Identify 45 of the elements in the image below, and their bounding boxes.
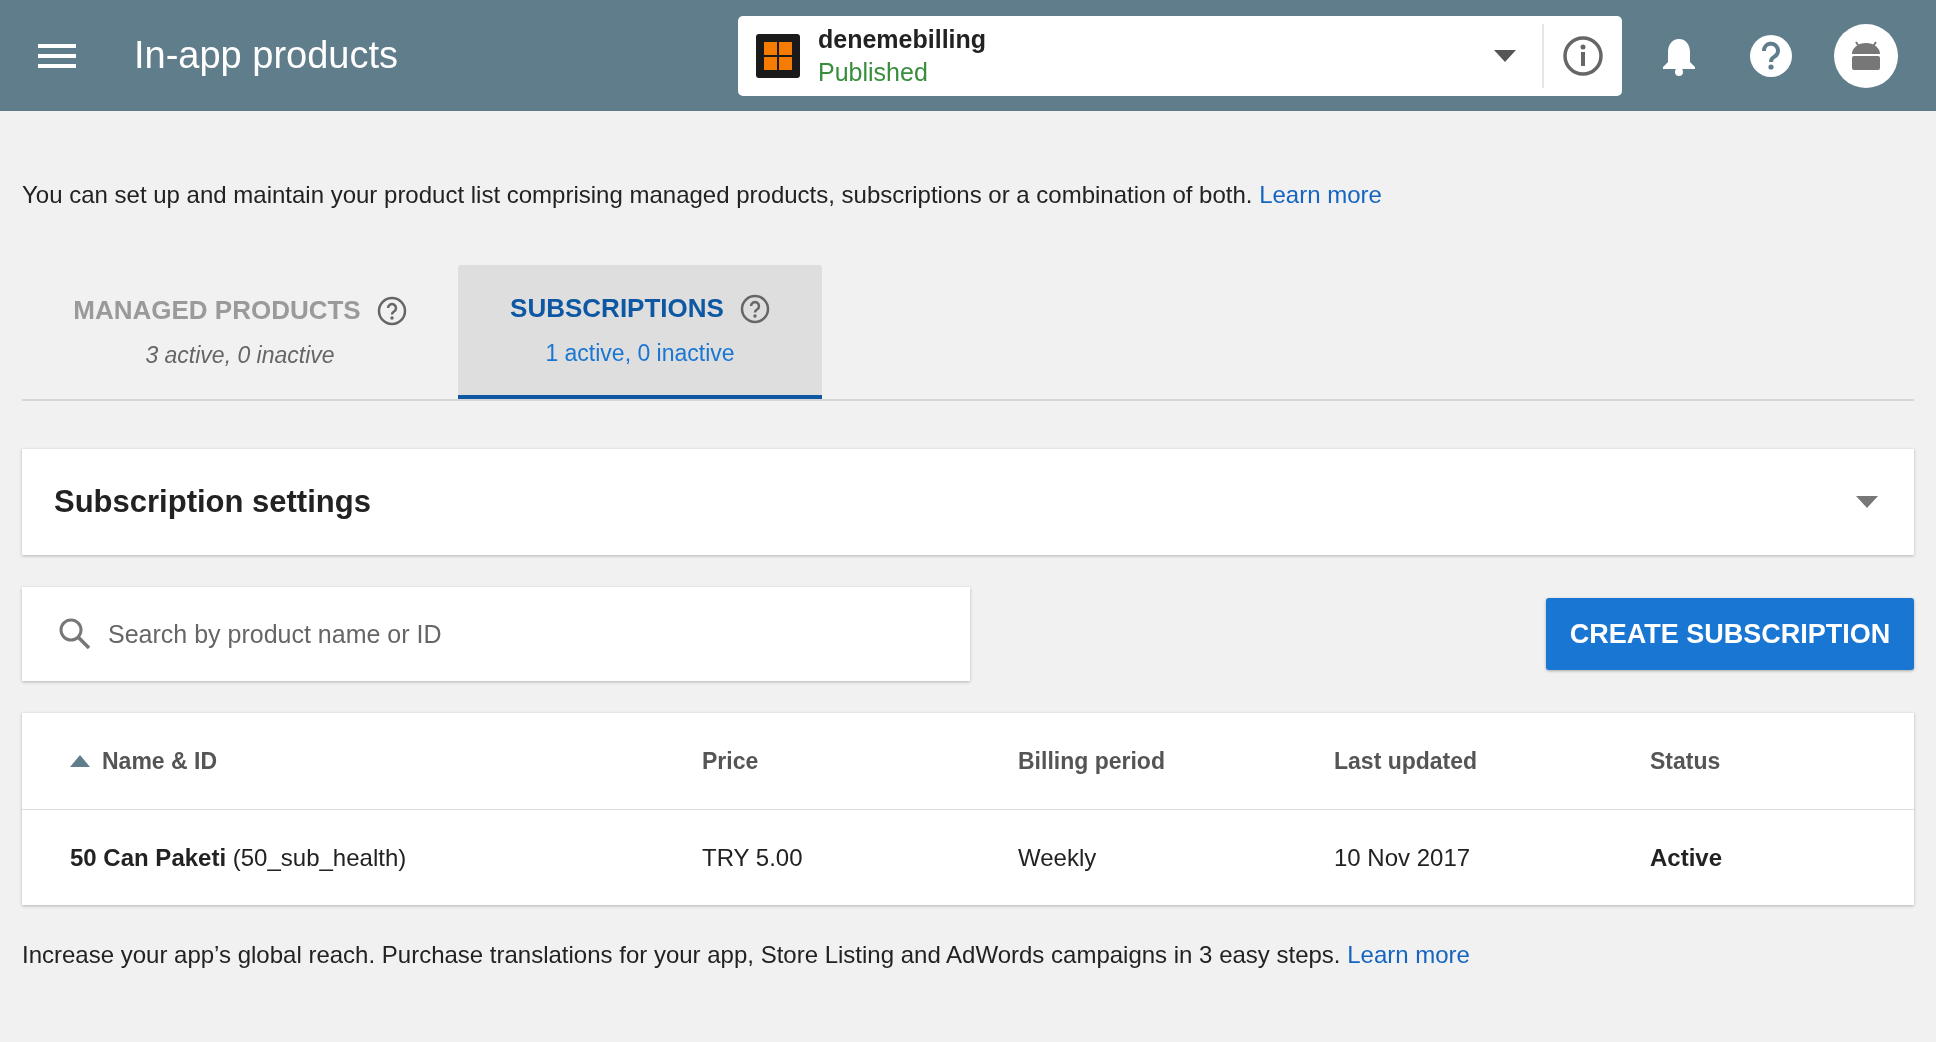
column-label: Billing period xyxy=(1018,747,1165,775)
column-header[interactable]: Last updated xyxy=(1334,747,1650,775)
app-icon xyxy=(756,33,800,78)
app-name: denemebilling xyxy=(818,24,988,54)
help-icon[interactable] xyxy=(1750,34,1792,77)
column-header[interactable]: Status xyxy=(1650,747,1914,775)
column-label: Price xyxy=(702,747,759,775)
search-field[interactable]: Search by product name or ID xyxy=(22,587,970,681)
tab-label: SUBSCRIPTIONS xyxy=(510,293,724,324)
column-header[interactable]: Billing period xyxy=(1018,747,1334,775)
table-cell: 50 Can Paketi (50_sub_health) xyxy=(70,843,407,872)
promo-text: Increase your app’s global reach. Purchase translations for your app, Store Listing and AdWords campaigns in 3 easy steps. Learn more xyxy=(22,941,1471,969)
caret-icon[interactable] xyxy=(1494,49,1516,62)
tab[interactable]: SUBSCRIPTIONS 1 active, 0 inactive xyxy=(458,265,822,399)
search-icon xyxy=(58,617,92,651)
learn-more-link[interactable]: Learn more xyxy=(1259,181,1382,208)
column-header[interactable]: Name & ID xyxy=(70,747,702,775)
avatar-icon[interactable] xyxy=(1834,23,1898,88)
tab-counts: 1 active, 0 inactive xyxy=(545,340,735,367)
table-cell: 10 Nov 2017 xyxy=(1334,843,1471,872)
column-label: Last updated xyxy=(1334,747,1478,775)
table-cell: Weekly xyxy=(1018,843,1097,872)
learn-more-link[interactable]: Learn more xyxy=(1347,941,1470,968)
caret-icon[interactable] xyxy=(1856,496,1878,508)
page-title: In-app products xyxy=(134,34,400,77)
intro-text: You can set up and maintain your product list comprising managed products, subscriptions or a combination of both. Learn more xyxy=(22,181,1383,209)
column-label: Name & ID xyxy=(102,747,218,775)
tab[interactable]: MANAGED PRODUCTS 3 active, 0 inactive xyxy=(22,265,458,399)
create-subscription-button[interactable]: CREATE SUBSCRIPTION xyxy=(1546,598,1914,670)
search-input[interactable]: Search by product name or ID xyxy=(106,618,934,650)
app-status: Published xyxy=(818,57,929,87)
settings-panel[interactable]: Subscription settings xyxy=(22,449,1914,555)
panel-title: Subscription settings xyxy=(54,484,371,520)
column-header[interactable]: Price xyxy=(702,747,1018,775)
menu-icon[interactable] xyxy=(38,42,76,69)
table-cell: Active xyxy=(1650,843,1723,872)
help-icon[interactable] xyxy=(739,293,770,324)
table-cell: TRY 5.00 xyxy=(702,843,803,872)
app-selector[interactable]: denemebilling Published xyxy=(738,15,1622,96)
tab-label: MANAGED PRODUCTS xyxy=(73,295,361,326)
sort-ascending-icon xyxy=(70,755,90,767)
column-label: Status xyxy=(1650,747,1721,775)
tab-counts: 3 active, 0 inactive xyxy=(145,342,335,369)
info-icon[interactable] xyxy=(1562,34,1604,77)
help-icon[interactable] xyxy=(376,295,407,326)
